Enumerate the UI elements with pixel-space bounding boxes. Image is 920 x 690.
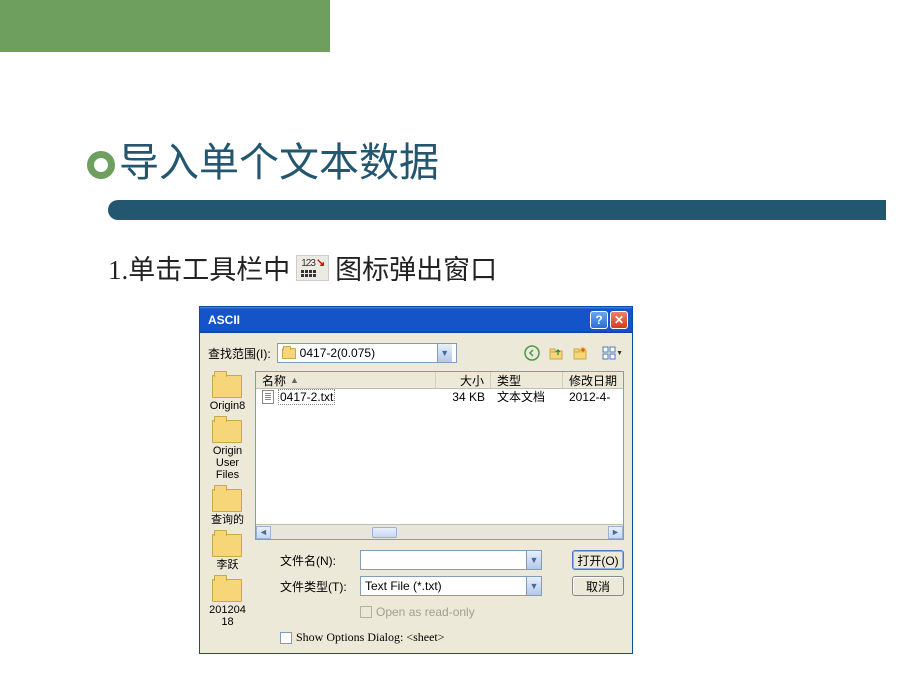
nav-back-button[interactable] xyxy=(522,343,542,363)
scroll-right-button[interactable]: ► xyxy=(608,526,623,539)
folder-icon xyxy=(212,534,242,557)
file-list-header[interactable]: 名称 ▲ 大小 类型 修改日期 xyxy=(256,372,623,389)
horizontal-scrollbar[interactable]: ◄ ► xyxy=(256,524,623,539)
filename-input[interactable]: ▼ xyxy=(360,550,542,570)
place-item[interactable]: Origin User Files xyxy=(208,416,247,485)
slide-title-underline xyxy=(108,200,886,220)
folder-icon xyxy=(212,375,242,398)
look-in-select[interactable]: 0417-2(0.075) ▼ xyxy=(277,343,457,363)
readonly-label: Open as read-only xyxy=(376,605,475,619)
cancel-button[interactable]: 取消 xyxy=(572,576,624,596)
filetype-select[interactable]: Text File (*.txt) ▼ xyxy=(360,576,542,596)
file-name: 0417-2.txt xyxy=(278,389,335,405)
text-file-icon xyxy=(262,390,274,404)
slide-title: 导入单个文本数据 xyxy=(119,130,439,188)
nav-up-button[interactable] xyxy=(546,343,566,363)
folder-icon xyxy=(212,579,242,602)
place-item[interactable]: 20120418 xyxy=(208,575,247,632)
chevron-down-icon[interactable]: ▼ xyxy=(526,577,541,595)
folder-icon xyxy=(212,420,242,443)
place-item[interactable]: 李跃 xyxy=(208,530,247,575)
col-date-header[interactable]: 修改日期 xyxy=(563,372,623,388)
chevron-down-icon: ▼ xyxy=(616,350,623,357)
show-options-label: Show Options Dialog: <sheet> xyxy=(296,630,445,645)
file-date: 2012-4- xyxy=(563,390,623,404)
slide-step-text: 1.单击工具栏中 123↘ 图标弹出窗口 xyxy=(108,248,497,287)
slide-bullet-dot xyxy=(87,151,115,179)
file-type: 文本文档 xyxy=(491,389,563,405)
close-button[interactable]: ✕ xyxy=(610,311,628,329)
file-list-pane: 名称 ▲ 大小 类型 修改日期 0417-2.txt 34 KB 文本文档 20… xyxy=(255,371,624,540)
folder-icon xyxy=(282,348,296,359)
col-type-header[interactable]: 类型 xyxy=(491,372,563,388)
file-list[interactable]: 0417-2.txt 34 KB 文本文档 2012-4- xyxy=(256,389,623,524)
chevron-down-icon[interactable]: ▼ xyxy=(526,551,541,569)
filename-label: 文件名(N): xyxy=(280,552,352,569)
readonly-checkbox-row: Open as read-only xyxy=(360,602,542,622)
file-open-dialog: ASCII ? ✕ 查找范围(I): 0417-2(0.075) ▼ xyxy=(199,306,633,654)
slide-corner-decoration xyxy=(0,0,330,52)
help-button[interactable]: ? xyxy=(590,311,608,329)
file-size: 34 KB xyxy=(436,390,491,404)
folder-icon xyxy=(212,489,242,512)
filetype-label: 文件类型(T): xyxy=(280,578,352,595)
file-row[interactable]: 0417-2.txt 34 KB 文本文档 2012-4- xyxy=(256,389,623,404)
import-ascii-icon: 123↘ xyxy=(296,255,329,281)
step-suffix: 图标弹出窗口 xyxy=(335,248,497,287)
place-item[interactable]: Origin8 xyxy=(208,371,247,416)
readonly-checkbox xyxy=(360,606,372,618)
scroll-thumb[interactable] xyxy=(372,527,397,538)
scroll-left-button[interactable]: ◄ xyxy=(256,526,271,539)
show-options-checkbox[interactable] xyxy=(280,632,292,644)
col-name-header[interactable]: 名称 xyxy=(262,372,286,389)
look-in-value: 0417-2(0.075) xyxy=(300,346,433,360)
look-in-label: 查找范围(I): xyxy=(208,345,271,362)
step-prefix: 1.单击工具栏中 xyxy=(108,248,290,287)
nav-view-menu-button[interactable]: ▼ xyxy=(594,343,624,363)
places-bar: Origin8 Origin User Files 查询的 李跃 2012041… xyxy=(208,371,247,540)
dialog-title: ASCII xyxy=(208,313,588,327)
chevron-down-icon[interactable]: ▼ xyxy=(437,344,452,362)
scroll-track[interactable] xyxy=(271,526,608,539)
nav-new-folder-button[interactable] xyxy=(570,343,590,363)
dialog-titlebar[interactable]: ASCII ? ✕ xyxy=(200,307,632,333)
place-item[interactable]: 查询的 xyxy=(208,485,247,530)
open-button[interactable]: 打开(O) xyxy=(572,550,624,570)
col-size-header[interactable]: 大小 xyxy=(436,372,491,388)
look-in-row: 查找范围(I): 0417-2(0.075) ▼ ▼ xyxy=(208,343,624,363)
